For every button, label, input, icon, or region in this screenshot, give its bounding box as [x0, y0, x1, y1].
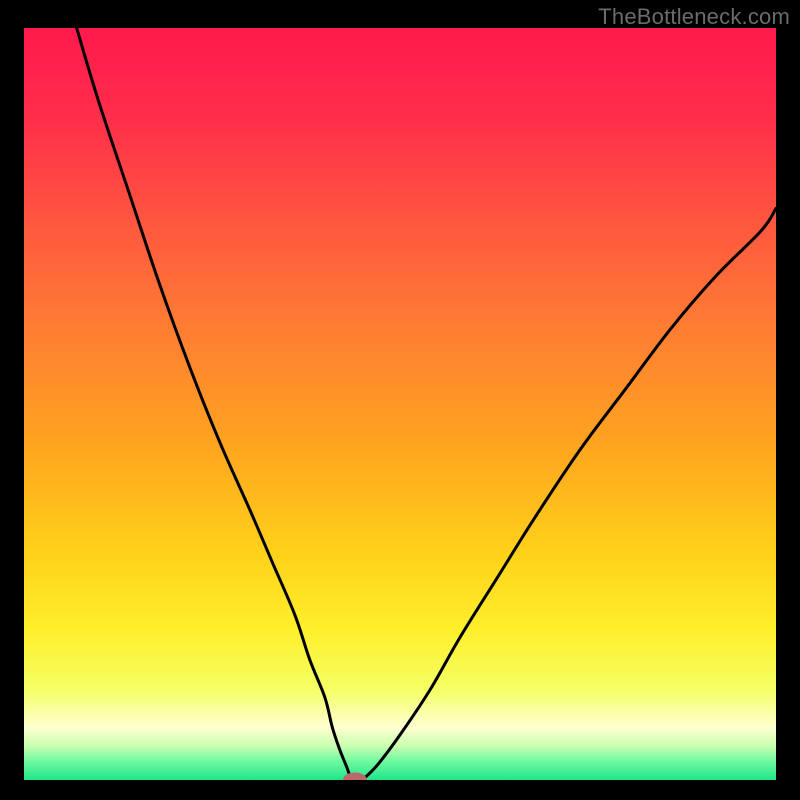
- plot-area: [24, 28, 776, 780]
- bottleneck-chart: [24, 28, 776, 780]
- gradient-background: [24, 28, 776, 780]
- watermark-text: TheBottleneck.com: [598, 4, 790, 30]
- chart-frame: TheBottleneck.com: [0, 0, 800, 800]
